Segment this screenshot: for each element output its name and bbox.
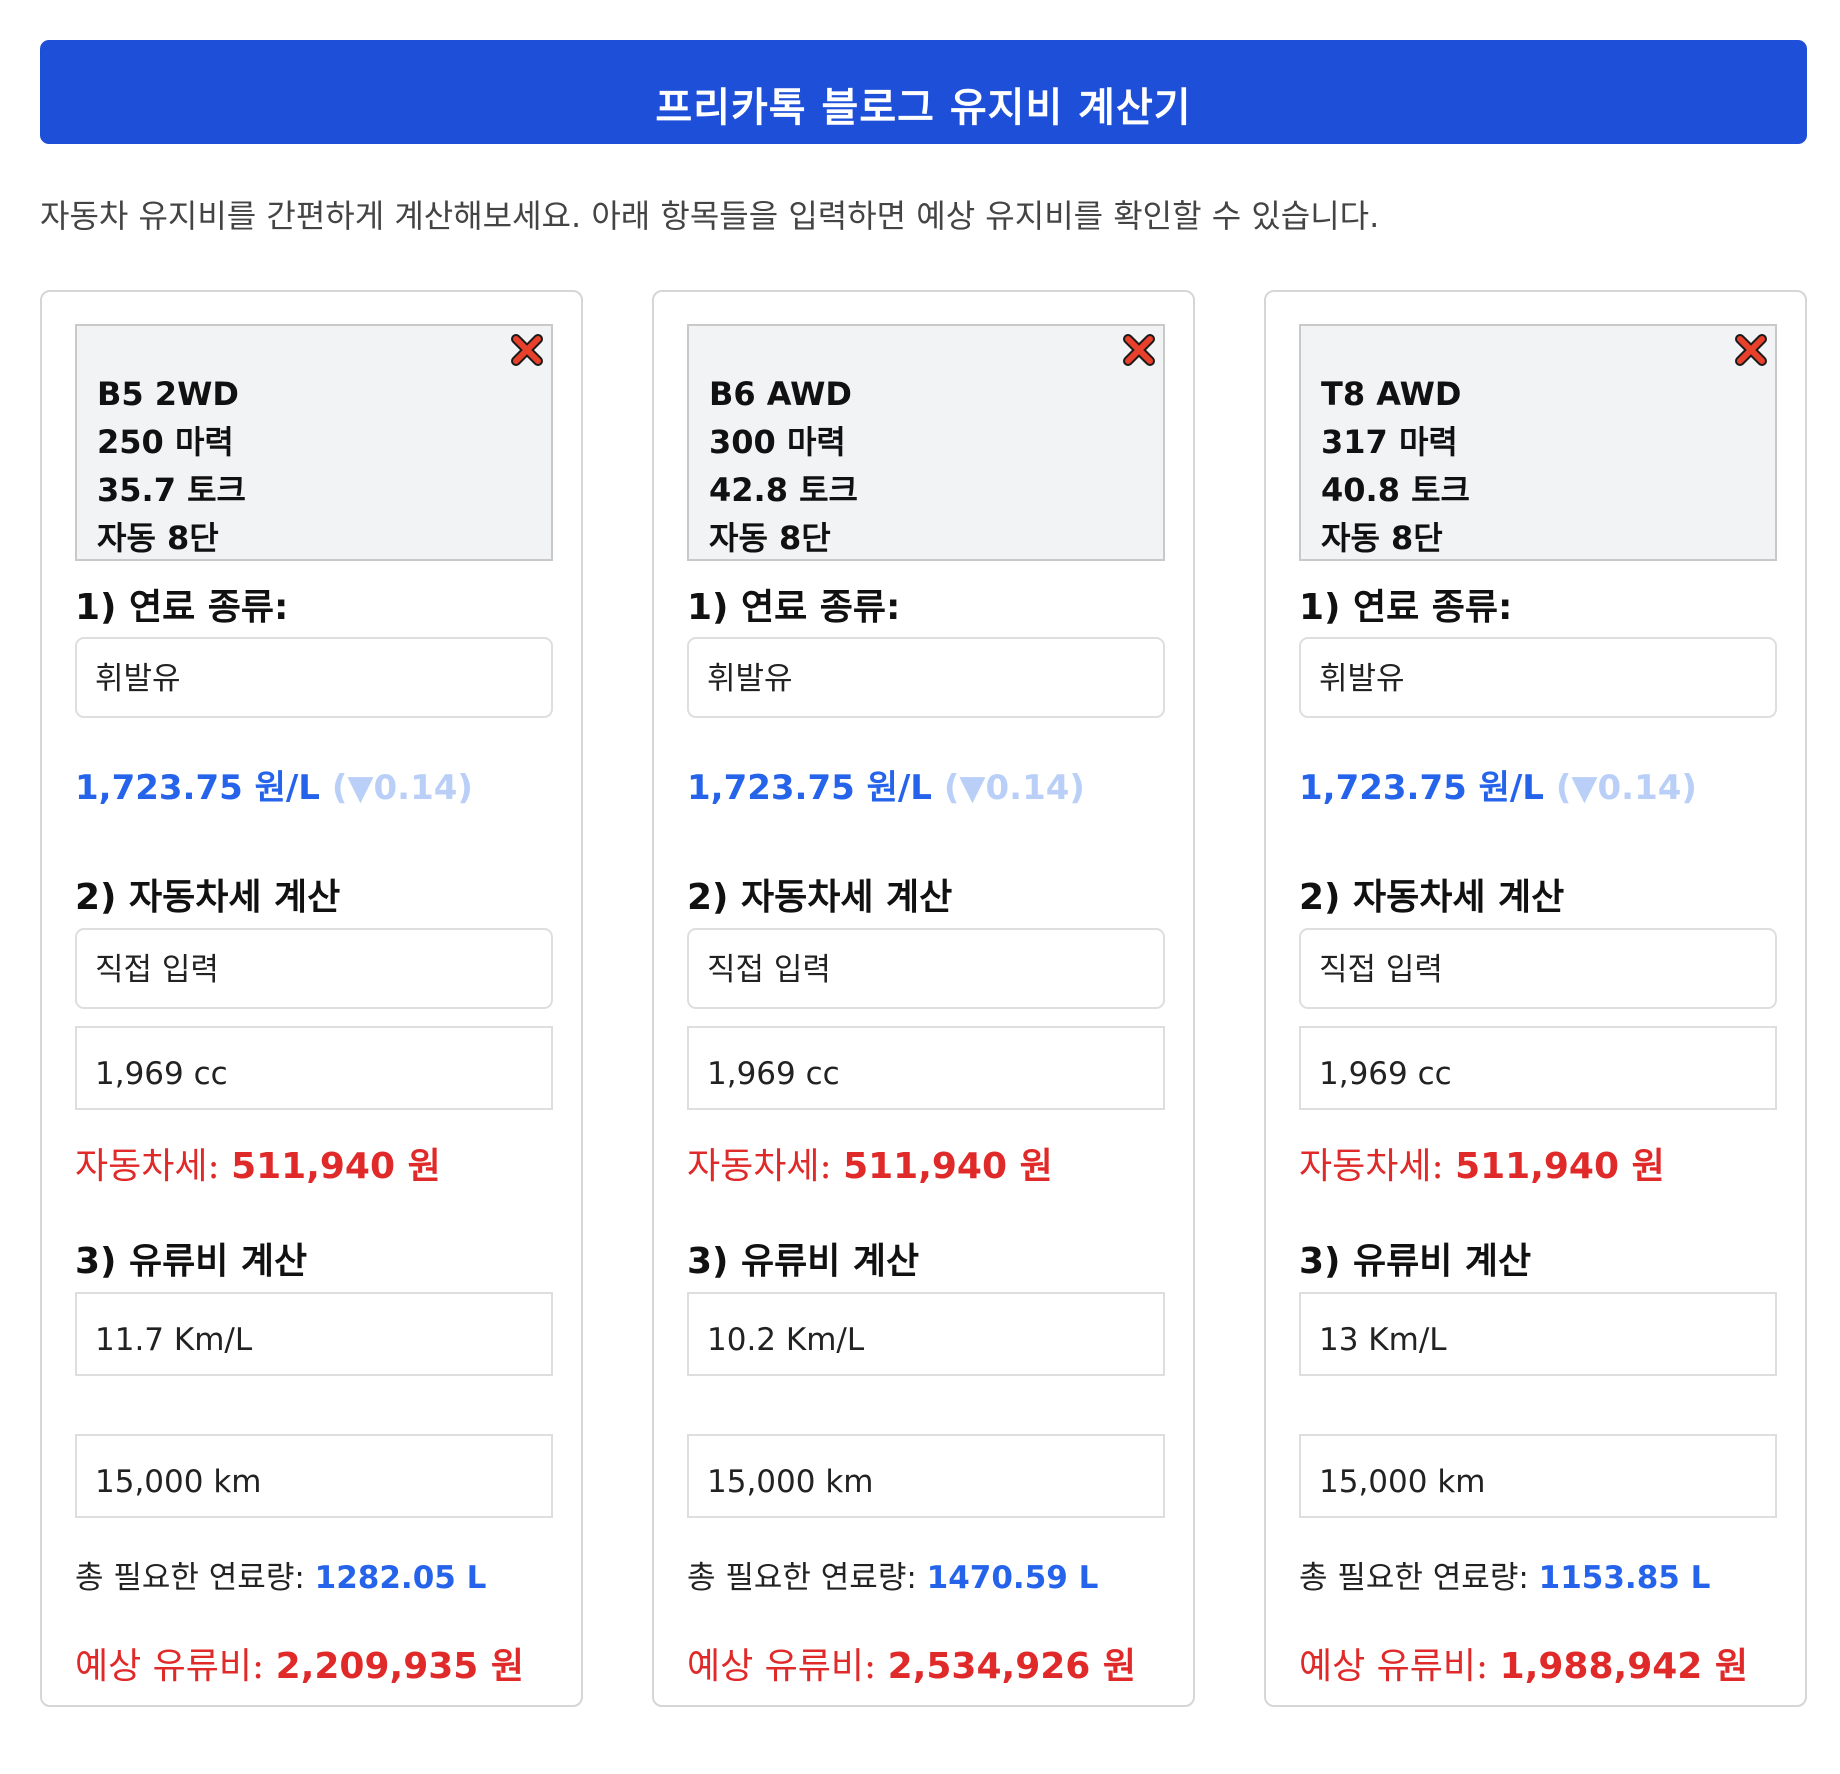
distance-input[interactable]: 15,000 km <box>75 1434 553 1518</box>
car-transmission: 자동 8단 <box>1321 519 1443 557</box>
fuel-price-value: 1,723.75 원/L <box>1299 768 1544 808</box>
car-card-3: T8 AWD 317 마력 40.8 토크 자동 8단 1) 연료 종류: 휘발… <box>1264 290 1807 1707</box>
fuel-type-select[interactable]: 휘발유 <box>75 637 553 718</box>
car-model: B5 2WD <box>97 375 239 413</box>
remove-car-button[interactable] <box>1119 330 1159 370</box>
fuel-price: 1,723.75 원/L (▼0.14) <box>687 760 1085 809</box>
fuel-cost-label: 3) 유류비 계산 <box>1299 1241 1532 1282</box>
car-tax-result: 자동차세: 511,940 원 <box>1299 1137 1665 1189</box>
fuel-cost-result: 예상 유류비: 1,988,942 원 <box>1299 1637 1748 1689</box>
car-tax-result-value: 511,940 원 <box>1455 1146 1665 1187</box>
total-fuel-value: 1282.05 L <box>314 1560 487 1596</box>
fuel-cost-result-label: 예상 유류비: <box>75 1646 265 1687</box>
car-torque: 40.8 토크 <box>1321 471 1470 509</box>
car-card-1: B5 2WD 250 마력 35.7 토크 자동 8단 1) 연료 종류: 휘발… <box>40 290 583 1707</box>
car-info-box: B5 2WD 250 마력 35.7 토크 자동 8단 <box>75 324 553 561</box>
fuel-price-value: 1,723.75 원/L <box>687 768 932 808</box>
fuel-cost-result-label: 예상 유류비: <box>687 1646 877 1687</box>
fuel-price-delta: (▼0.14) <box>331 768 473 808</box>
car-info-box: B6 AWD 300 마력 42.8 토크 자동 8단 <box>687 324 1165 561</box>
tax-mode-select[interactable]: 직접 입력 <box>687 928 1165 1009</box>
total-fuel-label: 총 필요한 연료량: <box>1299 1560 1529 1596</box>
car-tax-label: 2) 자동차세 계산 <box>75 877 341 918</box>
remove-car-button[interactable] <box>1731 330 1771 370</box>
remove-car-button[interactable] <box>507 330 547 370</box>
car-spec-list: T8 AWD 317 마력 40.8 토크 자동 8단 <box>1321 370 1470 562</box>
car-torque: 42.8 토크 <box>709 471 858 509</box>
car-transmission: 자동 8단 <box>97 519 219 557</box>
total-fuel: 총 필요한 연료량: 1470.59 L <box>687 1552 1098 1597</box>
car-tax-label: 2) 자동차세 계산 <box>1299 877 1565 918</box>
total-fuel: 총 필요한 연료량: 1153.85 L <box>1299 1552 1710 1597</box>
fuel-type-label: 1) 연료 종류: <box>75 587 289 628</box>
fuel-efficiency-input[interactable]: 11.7 Km/L <box>75 1292 553 1376</box>
car-tax-result: 자동차세: 511,940 원 <box>75 1137 441 1189</box>
car-horsepower: 250 마력 <box>97 423 234 461</box>
fuel-type-select[interactable]: 휘발유 <box>1299 637 1777 718</box>
total-fuel-value: 1470.59 L <box>926 1560 1099 1596</box>
car-tax-result-value: 511,940 원 <box>843 1146 1053 1187</box>
close-icon <box>1123 334 1155 366</box>
fuel-type-label: 1) 연료 종류: <box>687 587 901 628</box>
fuel-efficiency-input[interactable]: 13 Km/L <box>1299 1292 1777 1376</box>
close-icon <box>511 334 543 366</box>
car-tax-result-label: 자동차세: <box>1299 1146 1444 1187</box>
fuel-cost-result: 예상 유류비: 2,209,935 원 <box>75 1637 524 1689</box>
fuel-cost-result-value: 1,988,942 원 <box>1499 1646 1748 1687</box>
tax-mode-select[interactable]: 직접 입력 <box>1299 928 1777 1009</box>
car-horsepower: 300 마력 <box>709 423 846 461</box>
fuel-price-value: 1,723.75 원/L <box>75 768 320 808</box>
total-fuel-label: 총 필요한 연료량: <box>75 1560 305 1596</box>
header-banner: 프리카톡 블로그 유지비 계산기 <box>40 40 1807 144</box>
car-tax-result-label: 자동차세: <box>75 1146 220 1187</box>
car-torque: 35.7 토크 <box>97 471 246 509</box>
fuel-price: 1,723.75 원/L (▼0.14) <box>1299 760 1697 809</box>
car-spec-list: B5 2WD 250 마력 35.7 토크 자동 8단 <box>97 370 246 562</box>
displacement-input[interactable]: 1,969 cc <box>1299 1026 1777 1110</box>
car-tax-result: 자동차세: 511,940 원 <box>687 1137 1053 1189</box>
car-spec-list: B6 AWD 300 마력 42.8 토크 자동 8단 <box>709 370 858 562</box>
total-fuel: 총 필요한 연료량: 1282.05 L <box>75 1552 486 1597</box>
fuel-price: 1,723.75 원/L (▼0.14) <box>75 760 473 809</box>
page-title: 프리카톡 블로그 유지비 계산기 <box>655 85 1192 131</box>
fuel-type-select[interactable]: 휘발유 <box>687 637 1165 718</box>
displacement-input[interactable]: 1,969 cc <box>687 1026 1165 1110</box>
fuel-cost-result-value: 2,534,926 원 <box>887 1646 1136 1687</box>
car-info-box: T8 AWD 317 마력 40.8 토크 자동 8단 <box>1299 324 1777 561</box>
fuel-cost-label: 3) 유류비 계산 <box>75 1241 308 1282</box>
fuel-efficiency-input[interactable]: 10.2 Km/L <box>687 1292 1165 1376</box>
total-fuel-value: 1153.85 L <box>1538 1560 1711 1596</box>
car-card-2: B6 AWD 300 마력 42.8 토크 자동 8단 1) 연료 종류: 휘발… <box>652 290 1195 1707</box>
fuel-cost-result-label: 예상 유류비: <box>1299 1646 1489 1687</box>
car-transmission: 자동 8단 <box>709 519 831 557</box>
car-horsepower: 317 마력 <box>1321 423 1458 461</box>
fuel-price-delta: (▼0.14) <box>1555 768 1697 808</box>
car-tax-result-value: 511,940 원 <box>231 1146 441 1187</box>
car-model: B6 AWD <box>709 375 852 413</box>
displacement-input[interactable]: 1,969 cc <box>75 1026 553 1110</box>
fuel-cost-label: 3) 유류비 계산 <box>687 1241 920 1282</box>
close-icon <box>1735 334 1767 366</box>
fuel-cost-result: 예상 유류비: 2,534,926 원 <box>687 1637 1136 1689</box>
total-fuel-label: 총 필요한 연료량: <box>687 1560 917 1596</box>
intro-text: 자동차 유지비를 간편하게 계산해보세요. 아래 항목들을 입력하면 예상 유지… <box>40 197 1380 235</box>
car-tax-result-label: 자동차세: <box>687 1146 832 1187</box>
car-model: T8 AWD <box>1321 375 1462 413</box>
fuel-type-label: 1) 연료 종류: <box>1299 587 1513 628</box>
car-tax-label: 2) 자동차세 계산 <box>687 877 953 918</box>
fuel-cost-result-value: 2,209,935 원 <box>275 1646 524 1687</box>
distance-input[interactable]: 15,000 km <box>687 1434 1165 1518</box>
distance-input[interactable]: 15,000 km <box>1299 1434 1777 1518</box>
fuel-price-delta: (▼0.14) <box>943 768 1085 808</box>
tax-mode-select[interactable]: 직접 입력 <box>75 928 553 1009</box>
